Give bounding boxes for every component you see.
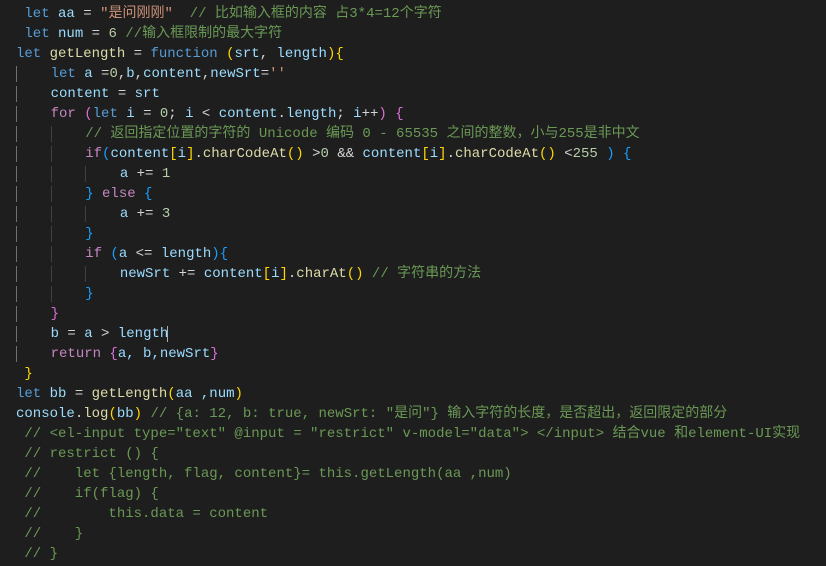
keyword-let: let	[51, 66, 76, 82]
keyword-if: if	[85, 246, 102, 262]
brace-open: {	[144, 186, 152, 202]
brace-close: }	[85, 186, 93, 202]
fn-charAt: charAt	[296, 266, 346, 282]
code-line[interactable]: }	[16, 364, 826, 384]
code-line[interactable]: a += 3	[16, 204, 826, 224]
code-line[interactable]: // }	[16, 524, 826, 544]
var-content: content	[51, 86, 110, 102]
comment: // 比如输入框的内容 占3*4=12个字符	[173, 6, 442, 22]
brace-open: {	[335, 46, 343, 62]
code-line[interactable]: } else {	[16, 184, 826, 204]
comment: //输入框限制的最大字符	[117, 26, 282, 42]
var-bb: bb	[50, 386, 67, 402]
comment: // <el-input type="text" @input = "restr…	[16, 426, 800, 442]
code-line[interactable]: let getLength = function (srt, length){	[16, 44, 826, 64]
keyword-return: return	[51, 346, 101, 362]
brace-close: }	[24, 366, 32, 382]
code-line[interactable]: content = srt	[16, 84, 826, 104]
brace-open: {	[395, 106, 403, 122]
comment: // {a: 12, b: true, newSrt: "是问"} 输入字符的长…	[142, 406, 727, 422]
code-line[interactable]: // }	[16, 544, 826, 564]
fn-log: log	[83, 406, 108, 422]
code-line[interactable]: let num = 6 //输入框限制的最大字符	[16, 24, 826, 44]
code-line[interactable]: let a =0,b,content,newSrt=''	[16, 64, 826, 84]
comment: // let {length, flag, content}= this.get…	[16, 466, 512, 482]
keyword-let: let	[16, 386, 41, 402]
var-num: num	[58, 26, 83, 42]
comment: // this.data = content	[16, 506, 268, 522]
keyword-let: let	[24, 26, 49, 42]
keyword-let: let	[24, 6, 49, 22]
keyword-else: else	[94, 186, 144, 202]
code-line[interactable]: // restrict () {	[16, 444, 826, 464]
comment: // if(flag) {	[16, 486, 159, 502]
code-line[interactable]: a += 1	[16, 164, 826, 184]
brace-close: }	[85, 226, 93, 242]
fn-charCodeAt: charCodeAt	[455, 146, 539, 162]
code-line[interactable]: // <el-input type="text" @input = "restr…	[16, 424, 826, 444]
fn-charCodeAt: charCodeAt	[203, 146, 287, 162]
keyword-for: for	[51, 106, 76, 122]
code-line[interactable]: for (let i = 0; i < content.length; i++)…	[16, 104, 826, 124]
code-line[interactable]: // if(flag) {	[16, 484, 826, 504]
brace-close: }	[51, 306, 59, 322]
brace-open: {	[615, 146, 632, 162]
obj-console: console	[16, 406, 75, 422]
code-line[interactable]: }	[16, 284, 826, 304]
number-literal: 6	[108, 26, 116, 42]
comment: // }	[16, 546, 58, 562]
code-line[interactable]: return {a, b,newSrt}	[16, 344, 826, 364]
code-line[interactable]: // let {length, flag, content}= this.get…	[16, 464, 826, 484]
var-getLength: getLength	[50, 46, 126, 62]
brace-close: }	[85, 286, 93, 302]
code-editor[interactable]: let aa = "是问刚刚" // 比如输入框的内容 占3*4=12个字符 l…	[0, 0, 826, 566]
string-literal: "是问刚刚"	[100, 6, 173, 22]
keyword-function: function	[150, 46, 217, 62]
code-line[interactable]: }	[16, 224, 826, 244]
code-line[interactable]: // 返回指定位置的字符的 Unicode 编码 0 - 65535 之间的整数…	[16, 124, 826, 144]
brace-open: {	[220, 246, 228, 262]
code-line[interactable]: let bb = getLength(aa ,num)	[16, 384, 826, 404]
code-line[interactable]: }	[16, 304, 826, 324]
code-line[interactable]: // this.data = content	[16, 504, 826, 524]
comment: // 返回指定位置的字符的 Unicode 编码 0 - 65535 之间的整数…	[85, 126, 639, 142]
comment: // 字符串的方法	[364, 266, 482, 282]
code-line[interactable]: if(content[i].charCodeAt() >0 && content…	[16, 144, 826, 164]
comment: // }	[16, 526, 83, 542]
var-aa: aa	[58, 6, 75, 22]
code-line[interactable]: console.log(bb) // {a: 12, b: true, newS…	[16, 404, 826, 424]
code-line[interactable]: newSrt += content[i].charAt() // 字符串的方法	[16, 264, 826, 284]
keyword-if: if	[85, 146, 102, 162]
code-line[interactable]: b = a > length	[16, 324, 826, 344]
code-line[interactable]: let aa = "是问刚刚" // 比如输入框的内容 占3*4=12个字符	[16, 4, 826, 24]
code-line[interactable]: if (a <= length){	[16, 244, 826, 264]
text-cursor	[167, 326, 168, 342]
fn-getLength: getLength	[92, 386, 168, 402]
comment: // restrict () {	[16, 446, 159, 462]
keyword-let: let	[16, 46, 41, 62]
